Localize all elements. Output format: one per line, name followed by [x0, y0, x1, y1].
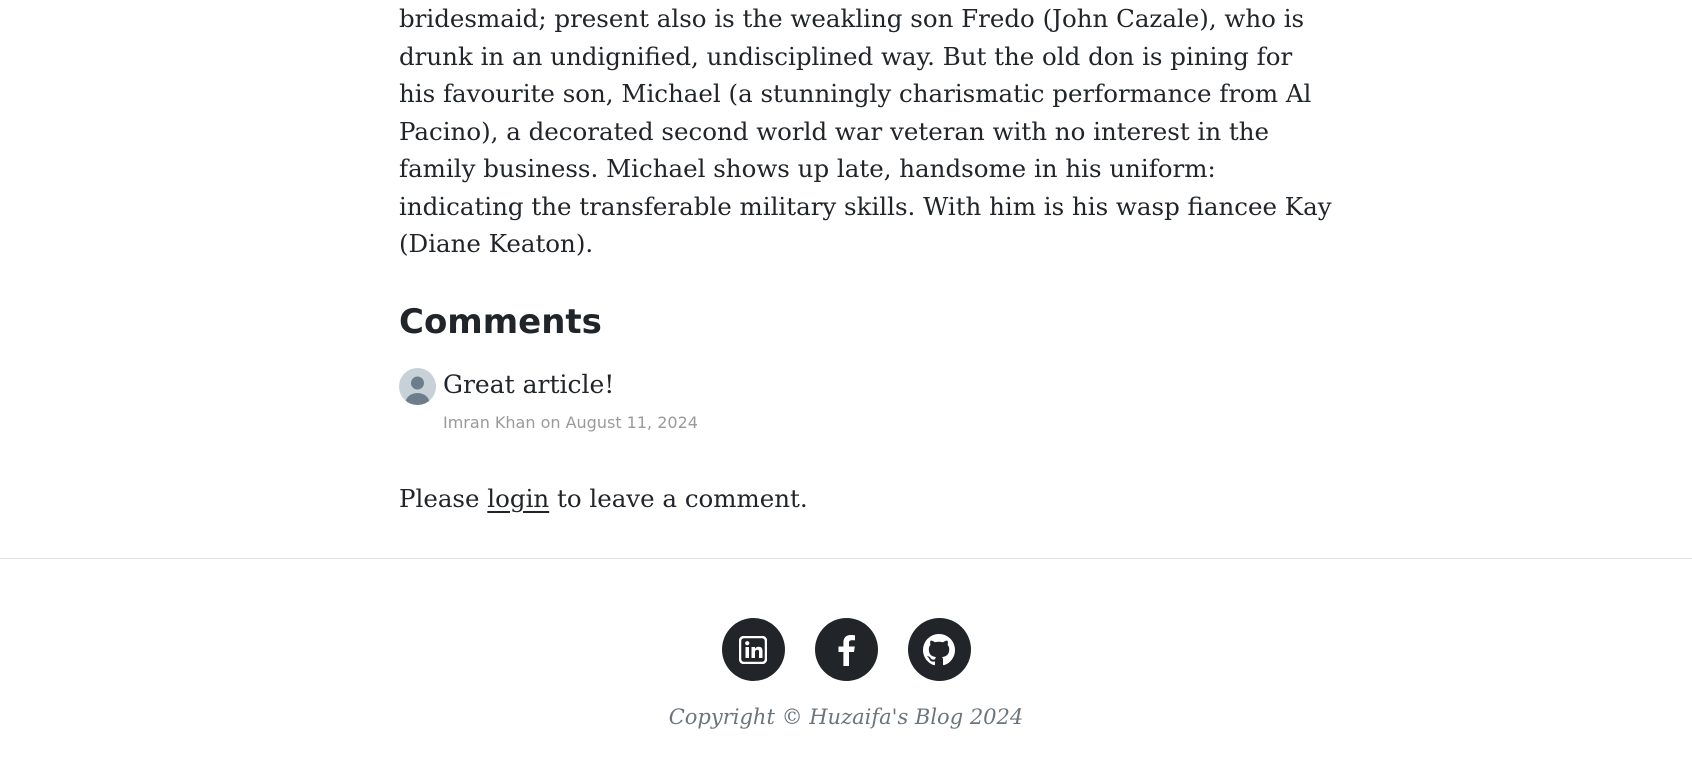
facebook-button[interactable]: [814, 618, 878, 681]
article-line: his favourite son, Michael (a stunningly…: [399, 79, 1312, 108]
article-line: drunk in an undignified, undisciplined w…: [399, 41, 1293, 71]
article-line: indicating the transferable military ski…: [399, 191, 1332, 221]
social-links: [0, 618, 1692, 682]
login-prompt-before: Please: [399, 484, 488, 513]
article-line: family business. Michael shows up late, …: [399, 154, 1216, 183]
copyright-text: Copyright © Huzaifa's Blog 2024: [668, 705, 1024, 729]
comment-text: Great article!: [443, 370, 615, 399]
post-content: bridesmaid; present also is the weakling…: [399, 0, 1332, 513]
linkedin-button[interactable]: [721, 618, 785, 681]
login-prompt: Please login to leave a comment.: [399, 481, 808, 517]
article-line: Pacino), a decorated second world war ve…: [399, 116, 1270, 146]
login-link[interactable]: login: [487, 484, 549, 513]
github-button[interactable]: [907, 618, 971, 681]
article-line: (Diane Keaton).: [399, 229, 594, 258]
article-paragraph: bridesmaid; present also is the weakling…: [399, 0, 1332, 263]
comment-meta: Imran Khan on August 11, 2024: [443, 413, 698, 432]
footer-divider: [0, 558, 1692, 559]
article-line: bridesmaid; present also is the weakling…: [399, 4, 1305, 33]
github-icon: [923, 633, 955, 665]
login-prompt-after: to leave a comment.: [549, 484, 808, 513]
facebook-icon: [838, 634, 855, 666]
comments-heading: Comments: [399, 302, 602, 342]
comment-item: Great article! Imran Khan on August 11, …: [399, 368, 999, 438]
linkedin-icon: [739, 635, 767, 664]
user-avatar-icon: [399, 368, 436, 405]
